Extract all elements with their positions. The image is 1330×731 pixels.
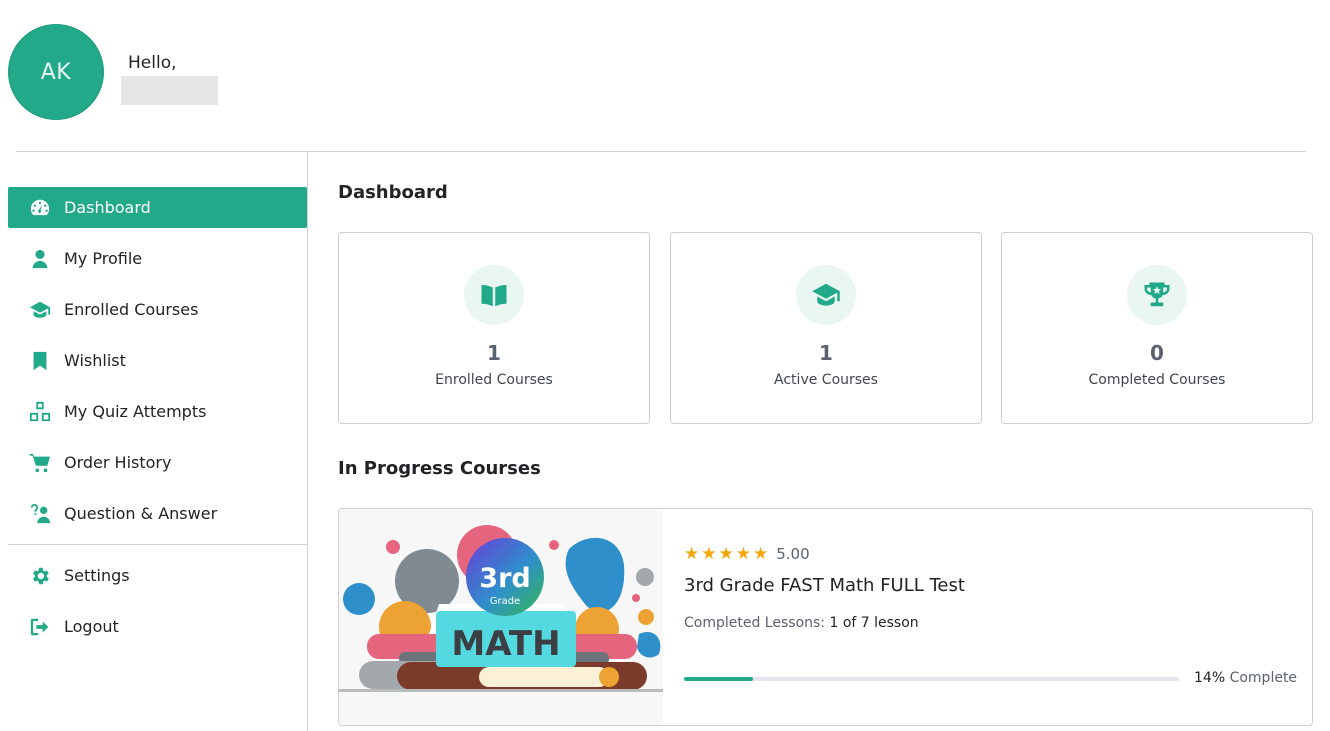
thumb-grade-word: Grade <box>490 596 521 607</box>
sidebar-item-label: Order History <box>64 453 172 472</box>
sidebar-item-label: Enrolled Courses <box>64 300 199 319</box>
avatar[interactable]: AK <box>8 24 104 120</box>
stat-card-completed: 0 Completed Courses <box>1001 232 1313 424</box>
sidebar-item-wishlist[interactable]: Wishlist <box>8 340 307 381</box>
star-icon: ★ <box>701 543 717 564</box>
star-icon: ★ <box>753 543 769 564</box>
sidebar-item-label: Settings <box>64 566 130 585</box>
user-name-placeholder <box>121 76 218 105</box>
lessons-label: Completed Lessons: <box>684 615 826 631</box>
course-thumbnail-image: MATH 3rd Grade <box>339 509 663 725</box>
sidebar-item-my-profile[interactable]: My Profile <box>8 238 307 279</box>
star-icon: ★ <box>735 543 751 564</box>
page-title: Dashboard <box>338 182 448 203</box>
progress-text: 14% Complete <box>1194 670 1297 686</box>
section-title-in-progress: In Progress Courses <box>338 458 541 479</box>
sidebar-item-enrolled-courses[interactable]: Enrolled Courses <box>8 289 307 330</box>
stat-label: Active Courses <box>774 372 878 388</box>
progress-fill <box>684 677 754 681</box>
stat-label: Completed Courses <box>1088 372 1226 388</box>
cubes-icon <box>28 400 52 424</box>
stat-card-active: 1 Active Courses <box>670 232 982 424</box>
trophy-icon <box>1127 265 1187 325</box>
sidebar-item-label: Wishlist <box>64 351 126 370</box>
sidebar-item-my-quiz-attempts[interactable]: My Quiz Attempts <box>8 391 307 432</box>
sidebar-item-dashboard[interactable]: Dashboard <box>8 187 307 228</box>
sidebar-item-label: Question & Answer <box>64 504 218 523</box>
course-thumbnail[interactable]: MATH 3rd Grade <box>339 509 663 725</box>
gear-icon <box>28 564 52 588</box>
star-icon: ★ <box>684 543 700 564</box>
bookmark-icon <box>28 349 52 373</box>
sidebar-item-label: Logout <box>64 617 119 636</box>
sidebar-divider <box>8 544 307 545</box>
graduation-cap-icon <box>28 298 52 322</box>
stat-value: 1 <box>487 341 501 365</box>
sidebar-item-order-history[interactable]: Order History <box>8 442 307 483</box>
sidebar-item-logout[interactable]: Logout <box>8 606 307 647</box>
star-icon: ★ <box>718 543 734 564</box>
course-title[interactable]: 3rd Grade FAST Math FULL Test <box>684 575 965 596</box>
dashboard-icon <box>28 196 52 220</box>
greeting: Hello, <box>128 53 177 73</box>
sidebar-item-label: Dashboard <box>64 198 151 217</box>
logout-icon <box>28 615 52 639</box>
rating-value: 5.00 <box>776 545 810 563</box>
sidebar: Dashboard My Profile Enrolled Courses Wi… <box>0 152 308 731</box>
graduation-cap-icon <box>796 265 856 325</box>
stat-value: 1 <box>819 341 833 365</box>
thumb-grade-text: 3rd <box>479 563 530 594</box>
lessons-value: 1 of 7 lesson <box>829 615 919 631</box>
sidebar-item-question-answer[interactable]: Question & Answer <box>8 493 307 534</box>
thumb-subject-text: MATH <box>451 624 560 664</box>
progress-bar <box>684 677 1179 681</box>
stat-card-enrolled: 1 Enrolled Courses <box>338 232 650 424</box>
progress-suffix: Complete <box>1229 670 1298 686</box>
sidebar-item-settings[interactable]: Settings <box>8 555 307 596</box>
progress-percent: 14% <box>1194 670 1226 686</box>
sidebar-item-label: My Quiz Attempts <box>64 402 207 421</box>
stat-value: 0 <box>1150 341 1164 365</box>
question-answer-icon <box>28 502 52 526</box>
stat-label: Enrolled Courses <box>435 372 553 388</box>
user-icon <box>28 247 52 271</box>
cart-icon <box>28 451 52 475</box>
course-card[interactable]: MATH 3rd Grade ★ ★ ★ ★ ★ 5.00 3rd Grade … <box>338 508 1313 726</box>
sidebar-item-label: My Profile <box>64 249 143 268</box>
course-rating: ★ ★ ★ ★ ★ 5.00 <box>684 545 810 563</box>
book-open-icon <box>464 265 524 325</box>
completed-lessons: Completed Lessons: 1 of 7 lesson <box>684 615 919 631</box>
